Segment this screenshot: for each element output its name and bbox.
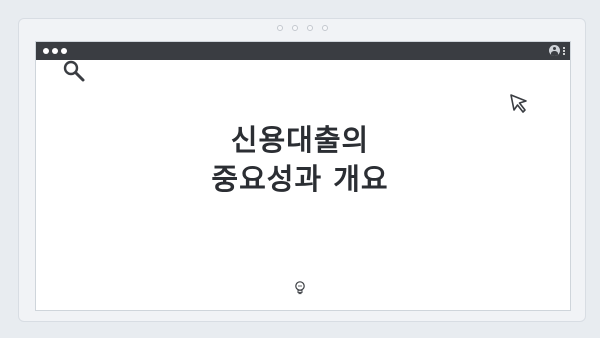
pagination-dot [276, 25, 283, 31]
user-icon[interactable] [549, 45, 560, 56]
frame-pagination-dots [19, 25, 585, 31]
maximize-window-button[interactable] [61, 48, 67, 54]
browser-titlebar [36, 42, 570, 60]
search-icon [63, 60, 85, 82]
pagination-dot [321, 25, 328, 31]
lightbulb-icon [295, 281, 305, 295]
title-line-1: 신용대출의 [230, 123, 370, 157]
page-title: 신용대출의 중요성과 개요 [0, 121, 600, 199]
titlebar-menu-area [549, 45, 565, 56]
minimize-window-button[interactable] [52, 48, 58, 54]
window-controls [43, 48, 67, 54]
pagination-dot [291, 25, 298, 31]
kebab-menu-icon[interactable] [563, 46, 565, 55]
cursor-icon [510, 94, 527, 113]
close-window-button[interactable] [43, 48, 49, 54]
title-line-2: 중요성과 개요 [211, 162, 389, 196]
pagination-dot [306, 25, 313, 31]
